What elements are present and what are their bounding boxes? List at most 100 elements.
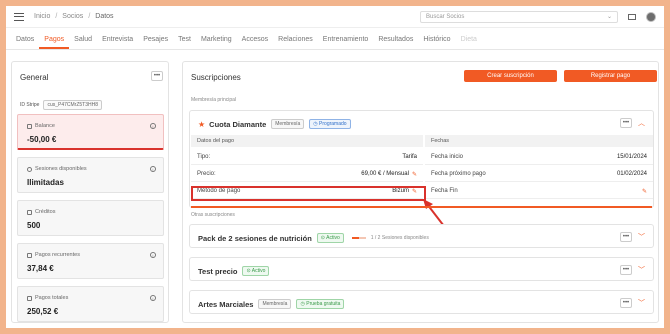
more-options-button[interactable]: ••• (620, 118, 632, 128)
tab-resultados[interactable]: Resultados (373, 36, 418, 49)
start-date-row: Fecha inicio 15/01/2024 (425, 150, 653, 165)
avatar[interactable] (646, 11, 656, 22)
recurring-payments-label: Pagos recurrentes (27, 252, 80, 258)
type-value: Tarifa (402, 154, 417, 160)
tab-historico[interactable]: Histórico (418, 36, 455, 49)
tab-entrenamiento[interactable]: Entrenamiento (318, 36, 374, 49)
card-icon (27, 295, 32, 301)
price-value: 69,00 € / Mensual (361, 171, 409, 177)
tab-dieta: Dieta (460, 36, 477, 43)
info-icon[interactable]: i (150, 123, 156, 129)
subscriptions-panel: Suscripciones Crear suscripción Registra… (182, 61, 659, 323)
hamburger-menu-icon[interactable] (14, 12, 24, 21)
subscriptions-title: Suscripciones (191, 73, 241, 82)
pencil-icon[interactable]: ✎ (642, 188, 647, 195)
start-date-value: 15/01/2024 (616, 154, 647, 160)
tab-marketing[interactable]: Marketing (196, 36, 237, 49)
sessions-label: Sesiones disponibles (27, 166, 87, 172)
general-panel: General ••• ID Stripe cus_P47CMrZ5T3HH8 … (11, 61, 169, 323)
credits-icon (27, 209, 32, 215)
tab-accesos[interactable]: Accesos (237, 36, 273, 49)
credits-label: Créditos (27, 209, 55, 215)
other-subscriptions-label: Otras suscripciones (191, 212, 235, 218)
info-icon[interactable]: i (150, 295, 156, 301)
balance-card: Balance -50,00 € i (17, 114, 164, 150)
info-icon[interactable]: i (150, 252, 156, 258)
breadcrumb-item[interactable]: Socios (62, 13, 83, 20)
scheduled-badge: ◷ Programado (309, 119, 351, 129)
stripe-id-value[interactable]: cus_P47CMrZ5T3HH8 (43, 100, 103, 110)
free-trial-badge: ◷ Prueba gratuita (296, 299, 345, 309)
sessions-progress-text: 1 / 2 Sesiones disponibles (370, 235, 429, 241)
top-bar: Inicio / Socios / Datos Buscar Socios ⌄ (6, 6, 664, 28)
search-placeholder: Buscar Socios (426, 13, 465, 20)
mail-icon[interactable] (628, 13, 636, 20)
card-title: Test precio (198, 266, 238, 276)
register-payment-button[interactable]: Registrar pago (564, 70, 657, 82)
end-date-row: Fecha Fin ✎ (425, 184, 653, 199)
chevron-down-icon[interactable]: ﹀ (638, 298, 645, 308)
tab-pesajes[interactable]: Pesajes (138, 36, 173, 49)
balance-label: Balance (27, 123, 55, 129)
tab-pagos[interactable]: Pagos (39, 36, 70, 49)
sessions-progress-bar (351, 237, 366, 239)
tab-entrevista[interactable]: Entrevista (97, 36, 138, 49)
card-header: ★ Cuota Diamante Membresía ◷ Programado (198, 119, 351, 129)
main-membership-label: Membresía principal (191, 97, 237, 103)
next-payment-row: Fecha próximo pago 01/02/2024 (425, 167, 653, 182)
type-row: Tipo: Tarifa (191, 150, 423, 165)
clock-icon (27, 166, 32, 172)
credits-card: Créditos 500 (17, 200, 164, 236)
sessions-card: Sesiones disponibles Ilimitadas i (17, 157, 164, 193)
calendar-icon (27, 252, 32, 258)
main-subscription-card: ★ Cuota Diamante Membresía ◷ Programado … (189, 110, 654, 231)
search-input[interactable]: Buscar Socios ⌄ (420, 10, 618, 23)
info-icon[interactable]: i (150, 166, 156, 172)
total-payments-value: 250,52 € (27, 307, 59, 316)
more-options-button[interactable]: ••• (151, 71, 163, 81)
breadcrumb-separator: / (88, 13, 91, 20)
credits-value: 500 (27, 221, 41, 230)
tab-test[interactable]: Test (173, 36, 196, 49)
active-badge: ⊙ Activo (316, 233, 344, 243)
breadcrumb-item[interactable]: Inicio (34, 13, 50, 20)
card-title: Pack de 2 sesiones de nutrición (198, 233, 312, 243)
more-options-button[interactable]: ••• (620, 298, 632, 308)
active-badge: ⊙ Activo (242, 266, 270, 276)
tab-relaciones[interactable]: Relaciones (273, 36, 318, 49)
total-payments-label: Pagos totales (27, 295, 68, 301)
subscription-card[interactable]: Pack de 2 sesiones de nutrición ⊙ Activo… (189, 224, 654, 248)
price-label: Precio: (197, 171, 216, 177)
start-date-label: Fecha inicio (431, 154, 464, 160)
subscription-card[interactable]: Test precio ⊙ Activo ••• ﹀ (189, 257, 654, 281)
chevron-down-icon[interactable]: ﹀ (638, 265, 645, 275)
subscription-card[interactable]: Artes Marciales Membresía ◷ Prueba gratu… (189, 290, 654, 314)
card-accent-line (191, 206, 652, 208)
tab-bar: Datos Pagos Salud Entrevista Pesajes Tes… (6, 28, 664, 50)
card-header: Pack de 2 sesiones de nutrición ⊙ Activo… (198, 233, 429, 243)
card-actions: ••• ﹀ (620, 232, 645, 242)
membership-badge: Membresía (258, 299, 292, 309)
pencil-icon[interactable]: ✎ (412, 171, 417, 178)
recurring-payments-card: Pagos recurrentes 37,84 € i (17, 243, 164, 279)
card-title: Cuota Diamante (209, 119, 267, 129)
create-subscription-button[interactable]: Crear suscripción (464, 70, 557, 82)
total-payments-card: Pagos totales 250,52 € i (17, 286, 164, 322)
chevron-down-icon: ⌄ (606, 14, 612, 20)
tab-datos[interactable]: Datos (11, 36, 39, 49)
card-actions: ••• ﹀ (620, 265, 645, 275)
star-icon: ★ (198, 119, 206, 129)
more-options-button[interactable]: ••• (620, 232, 632, 242)
chevron-up-icon[interactable]: ︿ (638, 118, 645, 128)
price-row: Precio: 69,00 € / Mensual ✎ (191, 167, 423, 182)
next-payment-value: 01/02/2024 (616, 171, 647, 177)
sessions-value: Ilimitadas (27, 178, 64, 187)
tab-salud[interactable]: Salud (69, 36, 97, 49)
breadcrumb: Inicio / Socios / Datos (34, 13, 114, 20)
more-options-button[interactable]: ••• (620, 265, 632, 275)
next-payment-label: Fecha próximo pago (431, 171, 486, 177)
card-title: Artes Marciales (198, 299, 254, 309)
dates-header: Fechas (425, 135, 653, 147)
chevron-down-icon[interactable]: ﹀ (638, 232, 645, 242)
recurring-payments-value: 37,84 € (27, 264, 54, 273)
